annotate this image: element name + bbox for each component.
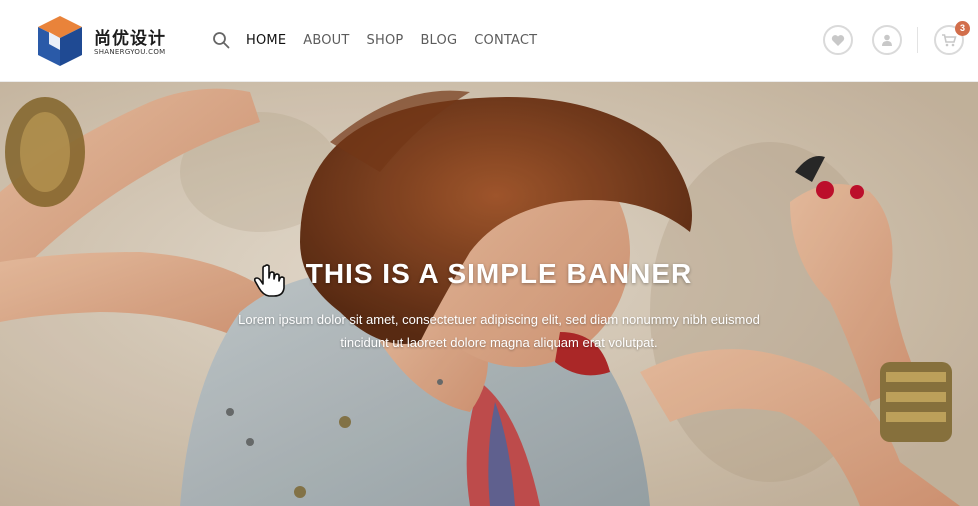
banner-title: THIS IS A SIMPLE BANNER [305,258,693,289]
hero-banner: THIS IS A SIMPLE BANNER Lorem ipsum dolo… [0,82,978,506]
cart-icon [942,34,957,47]
logo-cube-icon [38,16,82,66]
cart-count-badge: 3 [955,21,970,36]
main-nav: HOME ABOUT SHOP BLOG CONTACT [246,33,537,48]
nav-contact[interactable]: CONTACT [474,33,537,48]
site-logo[interactable]: 尚优设计 SHANERGYOU.COM [36,14,186,68]
banner-overlay [0,82,978,506]
search-icon[interactable] [212,31,230,49]
nav-about[interactable]: ABOUT [303,33,349,48]
header-divider [917,27,918,53]
banner-text-line-2: tincidunt ut laoreet dolore magna aliqua… [340,335,658,350]
nav-blog[interactable]: BLOG [420,33,457,48]
logo-name-en: SHANERGYOU.COM [94,48,166,56]
site-header: 尚优设计 SHANERGYOU.COM HOME ABOUT SHOP BLOG… [0,0,978,82]
nav-shop[interactable]: SHOP [367,33,404,48]
account-button[interactable] [872,25,902,55]
heart-icon [831,34,845,46]
wishlist-button[interactable] [823,25,853,55]
logo-name-cn: 尚优设计 [94,29,166,49]
banner-description: Lorem ipsum dolor sit amet, consectetuer… [200,308,798,354]
hand-cursor-icon [254,264,285,297]
banner-text-line-1: Lorem ipsum dolor sit amet, consectetuer… [238,312,760,327]
user-icon [882,34,892,46]
nav-home[interactable]: HOME [246,33,286,48]
